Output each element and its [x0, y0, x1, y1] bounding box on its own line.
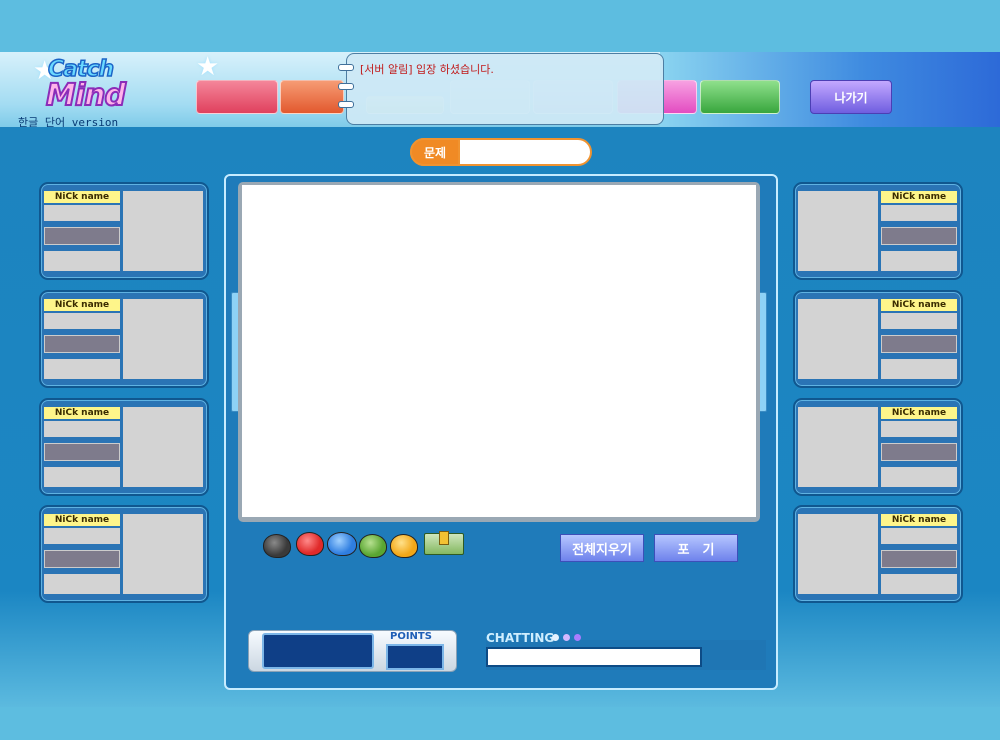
nickname-label: NiCk name: [44, 514, 120, 526]
points-label: POINTS: [390, 631, 432, 642]
player-card[interactable]: NiCk name: [793, 290, 963, 388]
player-score: [881, 359, 957, 379]
player-status: [881, 227, 957, 245]
player-field: [44, 421, 120, 437]
room-tab[interactable]: [196, 80, 278, 114]
player-status: [44, 550, 120, 568]
logo-mind: Mind: [45, 77, 127, 114]
green-paint-icon[interactable]: [359, 534, 387, 558]
nickname-label: NiCk name: [881, 299, 957, 311]
player-status: [44, 443, 120, 461]
black-paint-icon[interactable]: [263, 534, 291, 558]
nickname-label: NiCk name: [44, 191, 120, 203]
chatting-label: CHATTING: [486, 631, 555, 645]
player-card[interactable]: NiCk name: [39, 290, 209, 388]
red-paint-icon[interactable]: [296, 532, 324, 556]
nickname-label: NiCk name: [881, 407, 957, 419]
ring-icon: [338, 101, 354, 108]
score-display: [262, 633, 374, 669]
player-field: [881, 528, 957, 544]
player-field: [881, 421, 957, 437]
player-card[interactable]: NiCk name: [39, 182, 209, 280]
player-card[interactable]: NiCk name: [793, 398, 963, 496]
player-status: [881, 550, 957, 568]
player-card[interactable]: NiCk name: [793, 505, 963, 603]
avatar: [123, 514, 203, 594]
player-score: [44, 574, 120, 594]
room-tab[interactable]: [280, 80, 344, 114]
room-tab[interactable]: [700, 80, 780, 114]
drawing-canvas[interactable]: [242, 185, 756, 517]
player-card[interactable]: NiCk name: [793, 182, 963, 280]
avatar: [123, 191, 203, 271]
player-score: [881, 467, 957, 487]
chat-input[interactable]: [486, 647, 702, 667]
player-status: [881, 335, 957, 353]
blue-paint-icon[interactable]: [327, 532, 357, 556]
player-field: [44, 313, 120, 329]
player-score: [881, 251, 957, 271]
nickname-label: NiCk name: [44, 407, 120, 419]
player-card[interactable]: NiCk name: [39, 398, 209, 496]
avatar: [798, 191, 878, 271]
player-field: [44, 528, 120, 544]
ring-icon: [338, 64, 354, 71]
avatar: [123, 407, 203, 487]
star-icon: ★: [196, 52, 220, 82]
avatar: [123, 299, 203, 379]
dot-icon: [574, 634, 581, 641]
dot-icon: [563, 634, 570, 641]
exit-button[interactable]: 나가기: [810, 80, 892, 114]
player-field: [881, 313, 957, 329]
player-field: [44, 205, 120, 221]
dot-icon: [552, 634, 559, 641]
avatar: [798, 514, 878, 594]
player-status: [881, 443, 957, 461]
player-score: [881, 574, 957, 594]
player-card[interactable]: NiCk name: [39, 505, 209, 603]
avatar: [798, 407, 878, 487]
ring-icon: [338, 83, 354, 90]
nickname-label: NiCk name: [881, 514, 957, 526]
question-label: 문제: [410, 138, 460, 166]
player-score: [44, 467, 120, 487]
avatar: [798, 299, 878, 379]
points-display: [386, 644, 444, 670]
player-status: [44, 227, 120, 245]
player-status: [44, 335, 120, 353]
player-field: [881, 205, 957, 221]
nickname-label: NiCk name: [881, 191, 957, 203]
eraser-icon[interactable]: [424, 531, 464, 555]
notice-text: [서버 알림] 입장 하셨습니다.: [360, 63, 494, 76]
player-score: [44, 251, 120, 271]
player-score: [44, 359, 120, 379]
clear-all-button[interactable]: 전체지우기: [560, 534, 644, 562]
give-up-button[interactable]: 포 기: [654, 534, 738, 562]
eraser-handle: [439, 531, 449, 545]
yellow-paint-icon[interactable]: [390, 534, 418, 558]
nickname-label: NiCk name: [44, 299, 120, 311]
